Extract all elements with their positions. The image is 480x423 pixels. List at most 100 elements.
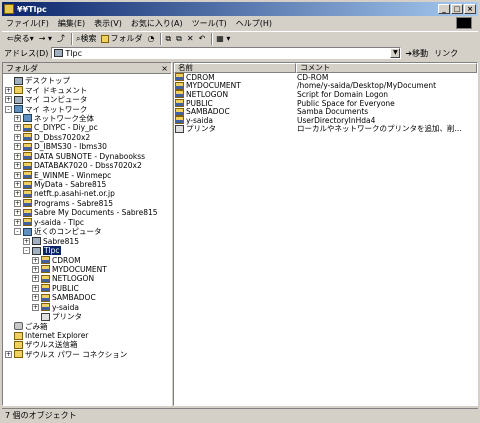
undo-button[interactable]: ↶ bbox=[198, 33, 207, 45]
expand-icon[interactable]: + bbox=[14, 181, 21, 189]
column-header-comment[interactable]: コメント bbox=[296, 63, 477, 73]
delete-button[interactable]: ✕ bbox=[186, 33, 195, 45]
links-button[interactable]: リンク bbox=[434, 48, 458, 59]
expand-icon[interactable]: + bbox=[5, 350, 12, 358]
tree-item[interactable]: + MyData - Sabre815 bbox=[3, 180, 171, 189]
column-header-name[interactable]: 名前 bbox=[174, 63, 297, 73]
menu-view[interactable]: 表示(V) bbox=[94, 18, 122, 29]
expand-icon[interactable]: + bbox=[14, 171, 21, 179]
views-icon: ▦ ▾ bbox=[216, 34, 231, 43]
search-button[interactable]: ⌕ 検索 bbox=[75, 33, 97, 45]
share-icon bbox=[23, 218, 32, 227]
expand-icon[interactable]: + bbox=[14, 162, 21, 170]
list-item-name: プリンタ bbox=[186, 124, 216, 134]
address-input[interactable]: Tlpc ▼ bbox=[51, 47, 402, 59]
tree-item[interactable]: + MYDOCUMENT bbox=[3, 265, 171, 274]
expand-icon[interactable]: + bbox=[14, 114, 21, 122]
maximize-button[interactable]: □ bbox=[451, 4, 463, 14]
menu-tools[interactable]: ツール(T) bbox=[192, 18, 227, 29]
collapse-icon[interactable]: - bbox=[5, 105, 12, 113]
up-button[interactable]: ⤴ bbox=[56, 33, 66, 45]
list-item[interactable]: SAMBADOC Samba Documents bbox=[174, 107, 477, 116]
collapse-icon[interactable]: - bbox=[14, 228, 21, 236]
menu-file[interactable]: ファイル(F) bbox=[6, 18, 49, 29]
tree-item[interactable]: + netft.p.asahi-net.or.jp bbox=[3, 189, 171, 198]
close-button[interactable]: × bbox=[464, 4, 476, 14]
tree-item[interactable]: + y-saida bbox=[3, 303, 171, 312]
expand-icon[interactable]: + bbox=[14, 209, 21, 217]
expand-icon[interactable]: + bbox=[14, 143, 21, 151]
folder-pane: フォルダ × デスクトップ + マイ ドキュメント + マイ コンピュータ - マイ ネット… bbox=[2, 62, 172, 406]
tree-item[interactable]: + Sabre815 bbox=[3, 236, 171, 246]
expand-icon[interactable]: + bbox=[23, 237, 30, 245]
tree-item[interactable]: - 近くのコンピュータ bbox=[3, 227, 171, 236]
copy-to-button[interactable]: ⧉ bbox=[175, 33, 183, 45]
tree-item[interactable]: + D_IBMS30 - Ibms30 bbox=[3, 142, 171, 151]
go-button[interactable]: ➔ 移動 bbox=[405, 48, 428, 59]
address-dropdown-icon[interactable]: ▼ bbox=[390, 48, 401, 58]
expand-icon[interactable]: + bbox=[14, 199, 21, 207]
expand-icon[interactable]: + bbox=[32, 265, 39, 273]
share-icon bbox=[23, 123, 32, 132]
minimize-button[interactable]: _ bbox=[438, 4, 450, 14]
expand-icon[interactable]: + bbox=[32, 294, 39, 302]
list-item[interactable]: PUBLIC Public Space for Everyone bbox=[174, 99, 477, 108]
tree-item[interactable]: + CDROM bbox=[3, 255, 171, 265]
tree-item[interactable]: + PUBLIC bbox=[3, 284, 171, 293]
tree-item-label: ごみ箱 bbox=[25, 321, 48, 331]
history-button[interactable]: ◔ bbox=[146, 33, 155, 45]
tree-item[interactable]: + C_DIYPC - Diy_pc bbox=[3, 123, 171, 132]
back-button[interactable]: ⇐ 戻る ▾ bbox=[6, 33, 35, 45]
up-folder-icon: ⤴ bbox=[56, 34, 65, 43]
expand-icon[interactable]: + bbox=[14, 218, 21, 226]
share-icon bbox=[41, 293, 50, 302]
tree-item[interactable]: + Programs - Sabre815 bbox=[3, 199, 171, 208]
tree-item[interactable]: - Tlpc bbox=[3, 246, 171, 256]
expand-icon[interactable]: + bbox=[32, 284, 39, 292]
tree-item[interactable]: + E_WINME - Winmepc bbox=[3, 170, 171, 180]
tree-item[interactable]: + NETLOGON bbox=[3, 274, 171, 283]
share-icon bbox=[41, 256, 50, 265]
expand-icon[interactable]: + bbox=[5, 96, 12, 104]
pc-icon bbox=[14, 95, 23, 104]
list-item[interactable]: プリンタ ローカルやネットワークのプリンタを追加、削... bbox=[174, 124, 477, 134]
expand-icon[interactable]: + bbox=[5, 86, 12, 94]
expand-icon[interactable]: + bbox=[14, 133, 21, 141]
expand-icon[interactable]: + bbox=[14, 190, 21, 198]
share-icon bbox=[23, 152, 32, 161]
list-item[interactable]: NETLOGON Script for Domain Logon bbox=[174, 90, 477, 99]
views-button[interactable]: ▦ ▾ bbox=[215, 33, 231, 45]
forward-button[interactable]: → ▾ bbox=[38, 33, 53, 45]
menu-help[interactable]: ヘルプ(H) bbox=[236, 18, 272, 29]
expand-icon[interactable]: + bbox=[32, 275, 39, 283]
title-bar[interactable]: ¥¥Tlpc _ □ × bbox=[2, 2, 478, 16]
expand-icon[interactable]: + bbox=[14, 124, 21, 132]
copy-icon: ⧉ bbox=[176, 33, 182, 43]
tree-item[interactable]: + DATA SUBNOTE - Dynabookss bbox=[3, 152, 171, 161]
share-icon bbox=[23, 142, 32, 151]
tree-item[interactable]: + SAMBADOC bbox=[3, 293, 171, 302]
expand-icon[interactable]: + bbox=[14, 152, 21, 160]
move-to-button[interactable]: ⧉ bbox=[164, 33, 172, 45]
tree-item[interactable]: ごみ箱 bbox=[3, 321, 171, 331]
expand-icon[interactable]: + bbox=[32, 256, 39, 264]
print-icon bbox=[175, 124, 184, 133]
list-item[interactable]: CDROM CD-ROM bbox=[174, 73, 477, 82]
list-item[interactable]: MYDOCUMENT/home/y-saida/Desktop/MyDocume… bbox=[174, 81, 477, 90]
tree-item[interactable]: + Sabre My Documents - Sabre815 bbox=[3, 208, 171, 217]
folder-tree: デスクトップ + マイ ドキュメント + マイ コンピュータ - マイ ネットワーク + ネット… bbox=[3, 74, 171, 359]
net-icon bbox=[23, 227, 32, 236]
share-icon bbox=[175, 90, 184, 99]
toolbar: ⇐ 戻る ▾ → ▾ ⤴ ⌕ 検索 フォルダ ◔ ⧉ ⧉ ✕ ↶ ▦ ▾ bbox=[2, 31, 478, 45]
folder-pane-close-icon[interactable]: × bbox=[161, 64, 168, 73]
expand-icon[interactable]: + bbox=[32, 303, 39, 311]
menu-favorites[interactable]: お気に入り(A) bbox=[131, 18, 183, 29]
menu-edit[interactable]: 編集(E) bbox=[58, 18, 85, 29]
tree-item[interactable]: + ザウルス パワー コネクション bbox=[3, 350, 171, 359]
tree-item[interactable]: + D_Dbss7020x2 bbox=[3, 133, 171, 142]
folders-button[interactable]: フォルダ bbox=[100, 33, 143, 45]
collapse-icon[interactable]: - bbox=[23, 247, 30, 255]
share-icon bbox=[41, 284, 50, 293]
tree-item[interactable]: + DATABAK7020 - Dbss7020x2 bbox=[3, 161, 171, 170]
tree-item[interactable]: + ネットワーク全体 bbox=[3, 114, 171, 123]
